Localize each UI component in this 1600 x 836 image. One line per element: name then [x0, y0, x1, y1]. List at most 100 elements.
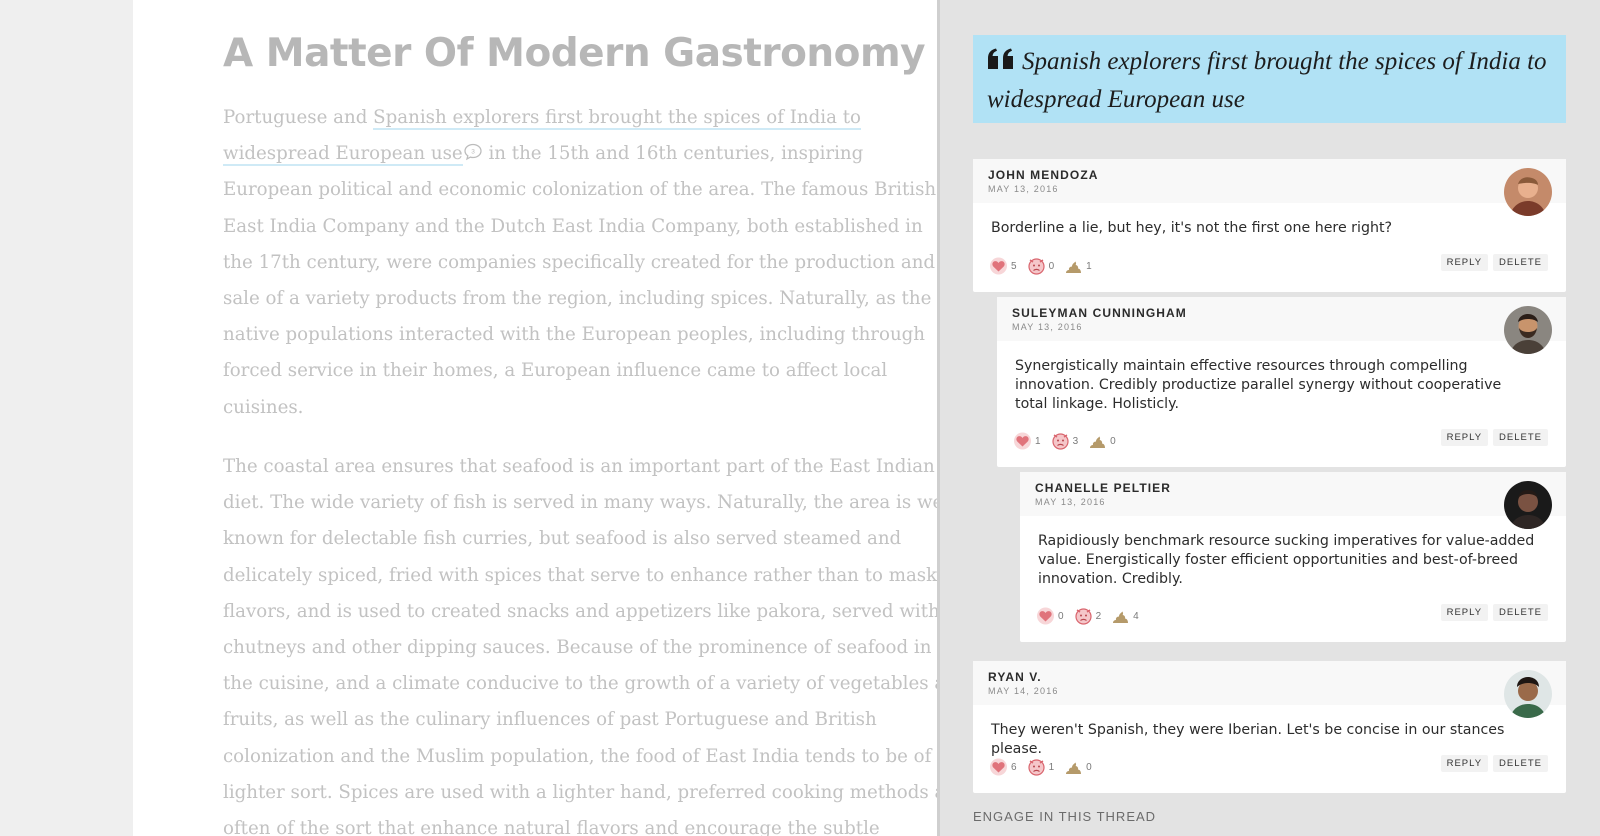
angry-reaction[interactable]: 3: [1051, 432, 1079, 450]
quote-mark-icon: [987, 44, 1014, 69]
reaction-count: 1: [1035, 435, 1041, 447]
article-title: A Matter Of Modern Gastronomy: [223, 31, 926, 76]
reaction-bar: 0 2 4: [1036, 606, 1149, 626]
paragraph-text: Portuguese and: [223, 107, 374, 128]
heart-reaction[interactable]: 0: [1036, 607, 1064, 625]
comment-author[interactable]: SULEYMAN CUNNINGHAM: [1012, 306, 1187, 320]
comment-card-reply: CHANELLE PELTIER MAY 13, 2016 Rapidiousl…: [1020, 472, 1566, 642]
heart-icon: [1037, 607, 1054, 625]
engage-thread-link[interactable]: ENGAGE IN THIS THREAD: [973, 809, 1156, 824]
reaction-count: 0: [1048, 260, 1055, 272]
poop-reaction[interactable]: 4: [1111, 607, 1139, 625]
comment-date: MAY 13, 2016: [1012, 322, 1083, 332]
paragraph-line: widespread European use 3 in the 15th and…: [223, 136, 938, 172]
paragraph-line: often of the sort that enhance natural f…: [223, 817, 880, 836]
poop-icon: [1090, 436, 1106, 448]
delete-button[interactable]: DELETE: [1493, 429, 1548, 446]
reaction-count: 2: [1095, 610, 1102, 622]
angry-face-icon: [1027, 258, 1045, 275]
angry-face-icon: [1051, 433, 1069, 450]
article-paragraph-1: Portuguese and Spanish explorers first b…: [223, 100, 938, 426]
annotation-count: 3: [471, 149, 475, 156]
highlighted-passage[interactable]: Spanish explorers first brought the spic…: [373, 107, 861, 130]
avatar[interactable]: [1504, 481, 1552, 529]
highlighted-passage[interactable]: widespread European use: [223, 143, 463, 167]
poop-icon: [1066, 762, 1082, 774]
comment-date: MAY 13, 2016: [988, 184, 1059, 194]
poop-reaction[interactable]: 0: [1064, 758, 1092, 776]
article-pane: A Matter Of Modern Gastronomy Portuguese…: [133, 0, 938, 836]
paragraph-line: fruits, as well as the culinary influenc…: [223, 709, 877, 731]
reaction-count: 1: [1048, 761, 1055, 773]
avatar[interactable]: [1504, 168, 1552, 216]
comment-card: JOHN MENDOZA MAY 13, 2016 Borderline a l…: [973, 159, 1566, 292]
angry-reaction[interactable]: 0: [1027, 257, 1055, 275]
comments-panel: Spanish explorers first brought the spic…: [940, 0, 1600, 836]
reaction-count: 0: [1086, 761, 1092, 773]
reaction-count: 0: [1110, 435, 1116, 447]
reaction-count: 1: [1086, 260, 1092, 272]
comment-actions: REPLY DELETE: [1436, 429, 1548, 446]
heart-icon: [990, 257, 1007, 275]
delete-button[interactable]: DELETE: [1493, 254, 1548, 271]
comment-body: Synergistically maintain effective resou…: [1015, 358, 1502, 412]
reply-button[interactable]: REPLY: [1440, 604, 1489, 621]
comment-bubble-icon[interactable]: 3: [463, 138, 483, 161]
delete-button[interactable]: DELETE: [1493, 755, 1548, 772]
comment-card-reply: SULEYMAN CUNNINGHAM MAY 13, 2016 Synergi…: [997, 297, 1566, 467]
heart-reaction[interactable]: 1: [1013, 432, 1041, 450]
heart-reaction[interactable]: 5: [989, 257, 1017, 275]
reaction-bar: 6 1 0: [989, 757, 1102, 777]
comment-card: RYAN V. MAY 14, 2016 They weren't Spanis…: [973, 661, 1566, 793]
paragraph-line: native populations interacted with the E…: [223, 324, 926, 346]
angry-reaction[interactable]: 1: [1027, 758, 1055, 776]
poop-icon: [1066, 261, 1082, 273]
paragraph-line: sale of a variety products from the regi…: [223, 287, 932, 309]
comment-header: CHANELLE PELTIER MAY 13, 2016: [1020, 472, 1566, 516]
paragraph-line: known for delectable fish curries, but s…: [223, 528, 902, 550]
paragraph-line: cuisines.: [223, 396, 304, 418]
heart-icon: [1014, 432, 1031, 450]
paragraph-line: lighter sort. Spices are used with a lig…: [223, 781, 938, 803]
reaction-count: 5: [1011, 260, 1017, 272]
reaction-bar: 1 3 0: [1013, 431, 1126, 451]
paragraph-line: The coastal area ensures that seafood is…: [223, 456, 935, 477]
reaction-count: 6: [1011, 761, 1017, 773]
heart-reaction[interactable]: 6: [989, 758, 1017, 776]
comment-author[interactable]: RYAN V.: [988, 670, 1042, 684]
paragraph-line: colonization and the Muslim population, …: [223, 745, 938, 767]
quoted-passage: Spanish explorers first brought the spic…: [973, 35, 1566, 123]
reaction-count: 3: [1072, 435, 1079, 447]
angry-face-icon: [1027, 759, 1045, 776]
poop-reaction[interactable]: 1: [1064, 257, 1092, 275]
paragraph-line: the 17th century, were companies specifi…: [223, 251, 936, 273]
reaction-bar: 5 0 1: [989, 256, 1102, 276]
paragraph-line: European political and economic coloniza…: [223, 179, 937, 201]
quote-text: Spanish explorers first brought the spic…: [987, 48, 1547, 113]
reaction-count: 4: [1133, 610, 1139, 622]
comment-date: MAY 13, 2016: [1035, 497, 1106, 507]
heart-icon: [990, 758, 1007, 776]
reaction-count: 0: [1058, 610, 1064, 622]
comment-header: SULEYMAN CUNNINGHAM MAY 13, 2016: [997, 297, 1566, 341]
reply-button[interactable]: REPLY: [1440, 254, 1489, 271]
paragraph-line: chutneys and other dipping sauces. Becau…: [223, 636, 932, 658]
reply-button[interactable]: REPLY: [1440, 755, 1489, 772]
paragraph-line: East India Company and the Dutch East In…: [223, 215, 923, 237]
reply-button[interactable]: REPLY: [1440, 429, 1489, 446]
delete-button[interactable]: DELETE: [1493, 604, 1548, 621]
angry-reaction[interactable]: 2: [1074, 607, 1102, 625]
comment-author[interactable]: CHANELLE PELTIER: [1035, 481, 1171, 495]
comment-actions: REPLY DELETE: [1436, 604, 1548, 621]
poop-reaction[interactable]: 0: [1088, 432, 1116, 450]
comment-body: Rapidiously benchmark resource sucking i…: [1038, 533, 1535, 587]
comment-actions: REPLY DELETE: [1436, 755, 1548, 772]
paragraph-text: in the 15th and 16th centuries, inspirin…: [482, 143, 864, 165]
comment-date: MAY 14, 2016: [988, 686, 1059, 696]
comment-author[interactable]: JOHN MENDOZA: [988, 168, 1099, 182]
comment-body: They weren't Spanish, they were Iberian.…: [991, 722, 1505, 757]
avatar[interactable]: [1504, 306, 1552, 354]
paragraph-line: forced service in their homes, a Europea…: [223, 360, 888, 382]
paragraph-line: flavors, and is used to created snacks a…: [223, 600, 938, 622]
avatar[interactable]: [1504, 670, 1552, 718]
